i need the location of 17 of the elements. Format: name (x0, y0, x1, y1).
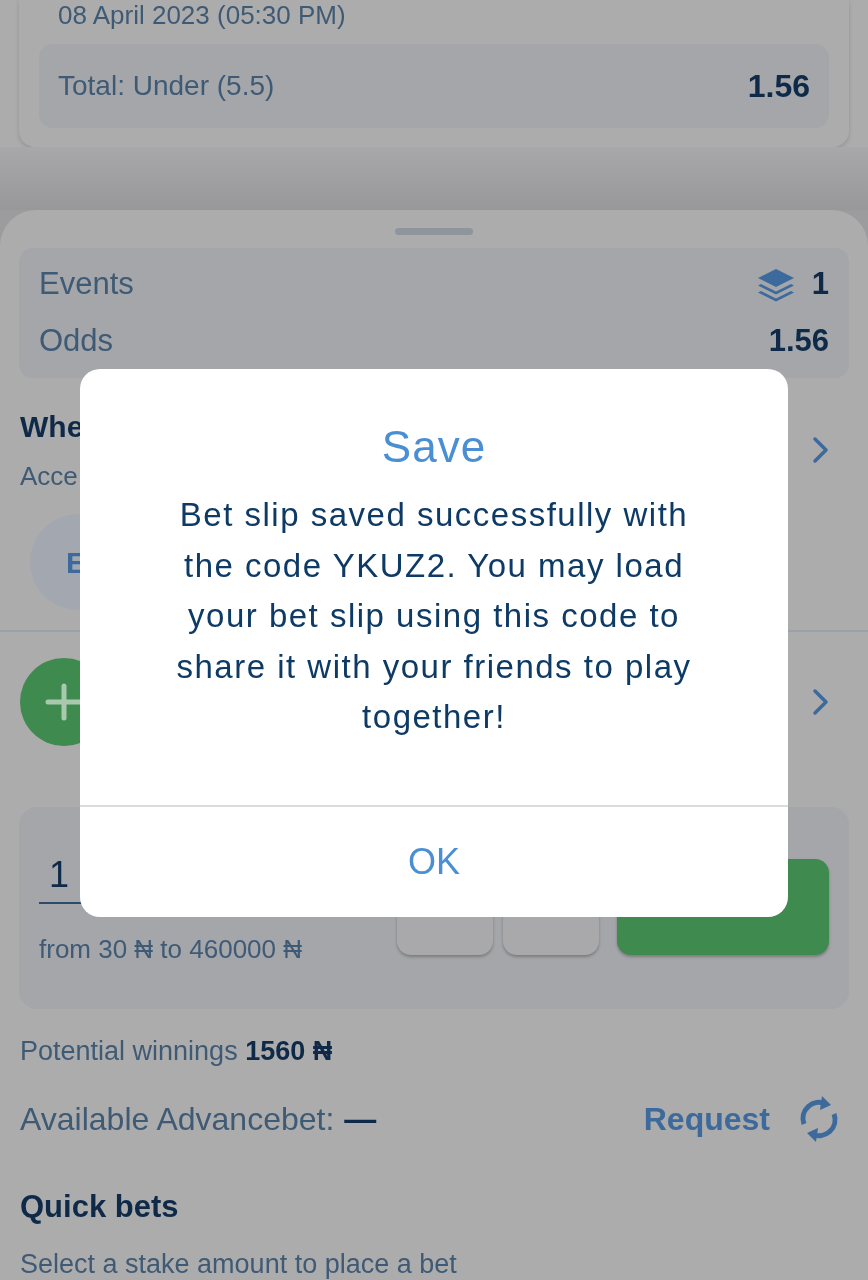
market-name: Total: Under (5.5) (58, 69, 275, 103)
dialog-title: Save (380, 421, 488, 473)
stake-range: from 30 ₦ to 460000 ₦ (39, 933, 303, 966)
summary-label: Events (39, 265, 134, 304)
summary-label: Odds (39, 322, 114, 361)
market-odds: 1.56 (747, 67, 810, 106)
event-date: 08 April 2023 (05:30 PM) (57, 0, 347, 30)
settings-subtitle: Acce (20, 460, 79, 493)
odds-value: 1.56 (768, 322, 829, 361)
advancebet-value: — (344, 1099, 377, 1139)
potential-winnings: Potential winnings 1560 ₦ (19, 1035, 334, 1068)
settings-title: Whe (20, 409, 84, 445)
quick-bets-title: Quick bets (19, 1187, 180, 1226)
advancebet-label: Available Advancebet: (20, 1099, 335, 1139)
events-count: 1 (811, 265, 829, 304)
dialog-message: Bet slip saved successfully with the code YKUZ2. You may load your bet slip using this code to share it with your friends to play together! (175, 495, 693, 737)
quick-bets-subtitle: Select a stake amount to place a bet (19, 1248, 458, 1280)
